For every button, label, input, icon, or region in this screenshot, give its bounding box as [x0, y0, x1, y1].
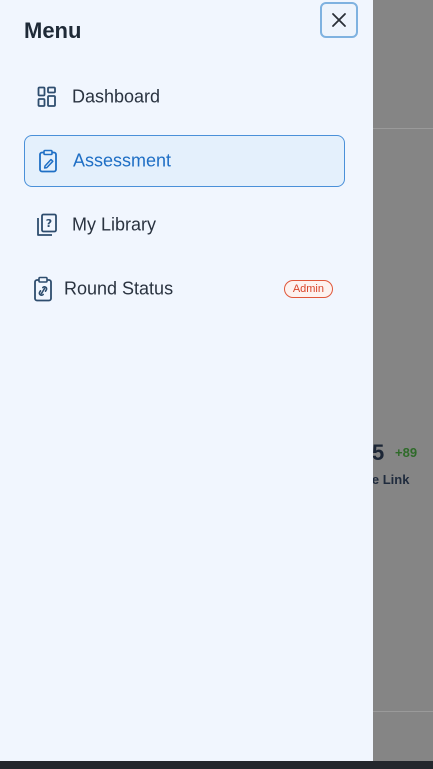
clipboard-edit-icon — [37, 149, 59, 173]
stat-value: 5 — [372, 440, 385, 465]
nav-item-dashboard[interactable]: Dashboard — [24, 71, 345, 123]
nav-item-round-status[interactable]: Round Status Admin — [24, 263, 345, 315]
close-icon — [332, 13, 346, 27]
svg-text:?: ? — [46, 217, 52, 230]
background-footer-divider — [373, 711, 433, 712]
nav-item-label: My Library — [72, 214, 157, 235]
question-library-icon: ? — [36, 213, 58, 237]
stat-delta: +89 — [395, 445, 418, 460]
nav-item-label: Assessment — [73, 150, 172, 171]
background-divider — [373, 128, 433, 129]
bottom-bar — [0, 761, 433, 769]
dashboard-icon — [36, 85, 58, 109]
nav-item-label: Round Status — [64, 278, 174, 299]
nav-item-my-library[interactable]: ? My Library — [24, 199, 345, 251]
clipboard-link-icon — [32, 276, 54, 302]
admin-badge: Admin — [283, 280, 333, 298]
nav-item-assessment[interactable]: Assessment — [24, 135, 345, 187]
drawer-title: Menu — [24, 18, 82, 43]
side-drawer: Menu Dashboard Assessment ? My Library R… — [0, 0, 373, 761]
close-button[interactable] — [320, 2, 358, 38]
stat-caption: que Link — [372, 472, 410, 487]
background-stat-card: 5 +89 que Link — [372, 440, 433, 500]
drawer-nav: Dashboard Assessment ? My Library Round … — [24, 71, 345, 327]
nav-item-label: Dashboard — [72, 86, 161, 107]
